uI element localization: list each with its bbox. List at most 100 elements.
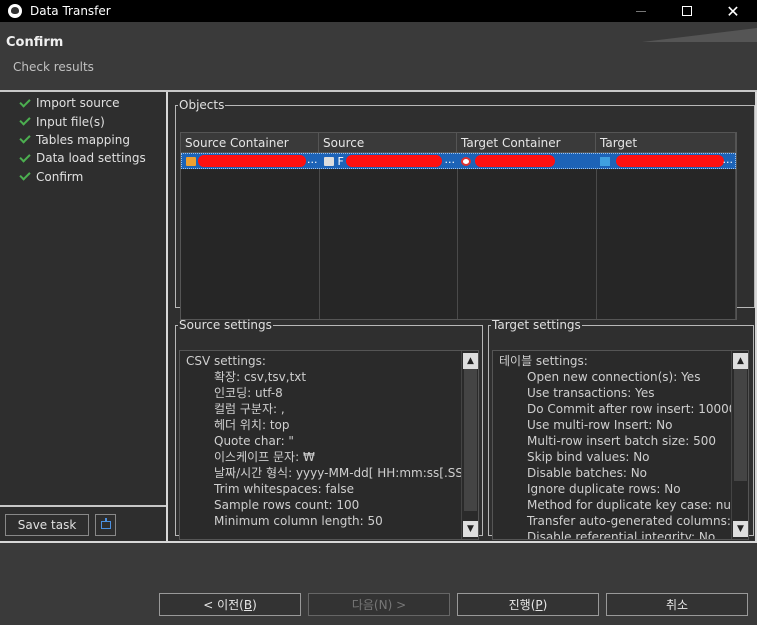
wizard-footer: < 이전(B) 다음(N) > 진행(P) 취소: [0, 543, 757, 625]
page-title: Confirm: [6, 35, 64, 50]
dbeaver-app-icon: [8, 4, 22, 18]
step-import-source[interactable]: Import source: [0, 94, 166, 112]
table-header: Source Container Source Target Container…: [181, 133, 736, 153]
check-icon: [19, 151, 31, 163]
settings-line: Quote char: ": [214, 434, 294, 448]
save-task-button[interactable]: Save task: [5, 514, 89, 536]
settings-line: Ignore duplicate rows: No: [527, 482, 681, 496]
scroll-up-arrow-icon[interactable]: ▲: [463, 353, 478, 369]
export-task-button[interactable]: [95, 514, 116, 536]
column-header-source[interactable]: Source: [319, 133, 457, 152]
oracle-database-icon: [461, 156, 471, 166]
target-settings-legend: Target settings: [492, 318, 581, 332]
source-text: F: [337, 154, 344, 168]
step-confirm[interactable]: Confirm: [0, 168, 166, 186]
check-icon: [19, 169, 31, 181]
vertical-scrollbar[interactable]: ▲ ▼: [731, 351, 748, 539]
settings-line: Method for duplicate key case: null: [527, 498, 738, 512]
vertical-scrollbar[interactable]: ▲ ▼: [461, 351, 478, 539]
settings-line: 인코딩: utf-8: [214, 386, 283, 400]
table-icon: [599, 156, 610, 166]
scroll-up-arrow-icon[interactable]: ▲: [733, 353, 748, 369]
cell-source: F ...: [320, 153, 458, 169]
settings-line: Do Commit after row insert: 10000: [527, 402, 737, 416]
scroll-thumb[interactable]: [734, 369, 747, 481]
column-divider: [735, 153, 736, 319]
back-mnemonic: B: [243, 597, 253, 612]
source-settings-legend: Source settings: [179, 318, 272, 332]
check-icon: [19, 114, 31, 126]
objects-table: Source Container Source Target Container…: [180, 132, 737, 320]
settings-heading: CSV settings:: [186, 354, 266, 368]
target-settings-group: Target settings 테이블 settings: Open new c…: [488, 318, 754, 540]
settings-line: Disable referential integrity: No: [527, 530, 716, 540]
proceed-button[interactable]: 진행(P): [457, 593, 599, 616]
ellipsis: ...: [444, 153, 456, 166]
source-settings-textarea[interactable]: CSV settings: 확장: csv,tsv,txt 인코딩: utf-8…: [179, 350, 479, 540]
settings-line: 컬럼 구분자: ,: [214, 402, 285, 416]
settings-line: 헤더 위치: top: [214, 418, 290, 432]
step-data-load-settings[interactable]: Data load settings: [0, 149, 166, 167]
file-icon: [323, 156, 334, 166]
paren: ): [252, 597, 257, 612]
cell-source-container: C ...: [182, 153, 320, 169]
proceed-mnemonic: P: [535, 597, 543, 612]
minimize-button[interactable]: [618, 0, 664, 22]
target-settings-content: 테이블 settings: Open new connection(s): Ye…: [493, 351, 748, 540]
source-settings-content: CSV settings: 확장: csv,tsv,txt 인코딩: utf-8…: [180, 351, 478, 529]
settings-line: Trim whitespaces: false: [214, 482, 355, 496]
check-icon: [19, 96, 31, 108]
step-label: Confirm: [36, 169, 84, 184]
objects-group: Objects Source Container Source Target C…: [175, 98, 755, 320]
settings-line: Multi-row insert batch size: 500: [527, 434, 717, 448]
next-button[interactable]: 다음(N) >: [308, 593, 450, 616]
settings-line: Open new connection(s): Yes: [527, 370, 701, 384]
column-header-source-container[interactable]: Source Container: [181, 133, 319, 152]
source-settings-group: Source settings CSV settings: 확장: csv,ts…: [175, 318, 483, 540]
maximize-icon: [682, 6, 692, 16]
back-label: < 이전(: [203, 598, 244, 612]
target-settings-textarea[interactable]: 테이블 settings: Open new connection(s): Ye…: [492, 350, 749, 540]
cancel-button[interactable]: 취소: [606, 593, 748, 616]
cell-target: ...: [596, 153, 736, 169]
scroll-down-arrow-icon[interactable]: ▼: [733, 521, 748, 537]
minimize-icon: [636, 10, 646, 12]
check-icon: [19, 132, 31, 145]
settings-line: Disable batches: No: [527, 466, 648, 480]
column-divider: [319, 153, 320, 319]
column-divider: [596, 153, 597, 319]
scroll-down-arrow-icon[interactable]: ▼: [463, 521, 478, 537]
step-label: Import source: [36, 96, 120, 111]
close-button[interactable]: ✕: [710, 0, 756, 22]
main-panel: Objects Source Container Source Target C…: [0, 92, 757, 543]
column-header-target-container[interactable]: Target Container: [457, 133, 596, 152]
export-icon: [100, 518, 111, 529]
step-list: Import source Input file(s) Tables mappi…: [0, 92, 166, 186]
scroll-thumb[interactable]: [464, 369, 477, 511]
table-row[interactable]: C ... F ...: [181, 153, 736, 169]
title-bar: Data Transfer ✕: [0, 0, 757, 22]
step-label: Input file(s): [36, 114, 105, 129]
window-title: Data Transfer: [30, 4, 111, 18]
settings-line: Minimum column length: 50: [214, 514, 383, 528]
maximize-button[interactable]: [664, 0, 710, 22]
settings-line: Sample rows count: 100: [214, 498, 360, 512]
settings-line: Use multi-row Insert: No: [527, 418, 673, 432]
header-decoration: [642, 28, 757, 42]
column-header-target[interactable]: Target: [596, 133, 736, 152]
ellipsis: ...: [307, 153, 318, 166]
paren: ): [542, 597, 548, 612]
back-button[interactable]: < 이전(B): [159, 593, 301, 616]
sidebar-divider: [0, 505, 166, 507]
settings-line: 날짜/시간 형식: yyyy-MM-dd[ HH:mm:ss[.SSS]: [214, 466, 476, 480]
redaction-mark: [615, 155, 724, 167]
settings-line: 확장: csv,tsv,txt: [214, 370, 307, 384]
wizard-steps-sidebar: Import source Input file(s) Tables mappi…: [0, 92, 168, 541]
objects-legend: Objects: [179, 98, 225, 112]
step-input-files[interactable]: Input file(s): [0, 112, 166, 130]
settings-line: 이스케이프 문자: ₩: [214, 450, 315, 464]
redaction-mark: [475, 155, 555, 167]
page-subtitle: Check results: [13, 60, 94, 74]
redaction-mark: [345, 155, 442, 167]
step-tables-mapping[interactable]: Tables mapping: [0, 131, 166, 149]
